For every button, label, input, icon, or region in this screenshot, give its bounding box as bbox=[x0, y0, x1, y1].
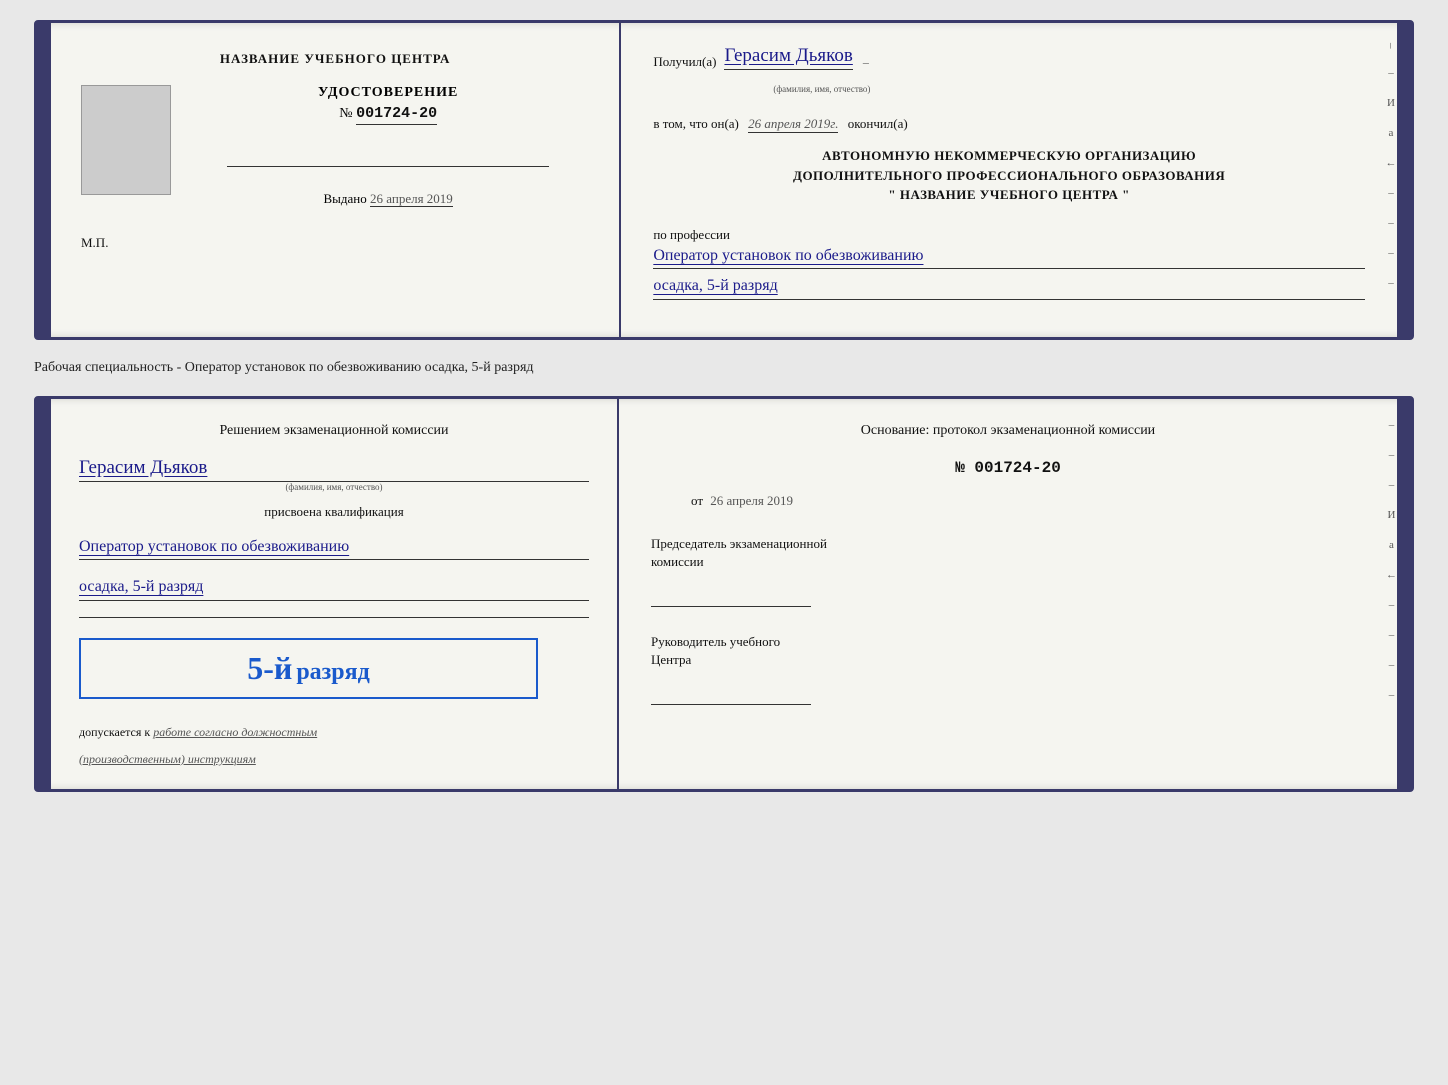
date-line: в том, что он(а) 26 апреля 2019г. окончи… bbox=[653, 116, 1365, 132]
recipient-name: Герасим Дьяков bbox=[724, 45, 852, 70]
director-line1: Руководитель учебного bbox=[651, 634, 780, 649]
qualification-label: присвоена квалификация bbox=[79, 504, 589, 520]
cert-number-line: № 001724-20 bbox=[318, 105, 458, 122]
dec-6: ← bbox=[1386, 569, 1397, 581]
dec-9: – bbox=[1389, 659, 1395, 671]
center-title: НАЗВАНИЕ УЧЕБНОГО ЦЕНТРА bbox=[220, 51, 451, 67]
allowed-prefix: допускается к bbox=[79, 725, 150, 739]
decision-right-panel: Основание: протокол экзаменационной коми… bbox=[619, 399, 1397, 789]
left-content-area: УДОСТОВЕРЕНИЕ № 001724-20 Выдано 26 апре… bbox=[81, 85, 589, 207]
org-line2: ДОПОЛНИТЕЛЬНОГО ПРОФЕССИОНАЛЬНОГО ОБРАЗО… bbox=[653, 166, 1365, 186]
cert-left-panel: НАЗВАНИЕ УЧЕБНОГО ЦЕНТРА УДОСТОВЕРЕНИЕ №… bbox=[51, 23, 621, 337]
from-label: от bbox=[691, 493, 703, 508]
org-line1: АВТОНОМНУЮ НЕКОММЕРЧЕСКУЮ ОРГАНИЗАЦИЮ bbox=[653, 146, 1365, 166]
allowed-parenthetical: (производственным) инструкциям bbox=[79, 752, 589, 767]
decision-title: Решением экзаменационной комиссии bbox=[79, 421, 589, 441]
cert-label-block: УДОСТОВЕРЕНИЕ № 001724-20 bbox=[318, 85, 458, 122]
right-dash-1: – bbox=[1385, 43, 1397, 49]
left-spine-2 bbox=[37, 399, 51, 789]
issued-line: Выдано 26 апреля 2019 bbox=[324, 191, 453, 207]
chairman-line2: комиссии bbox=[651, 554, 704, 569]
issued-label: Выдано bbox=[324, 191, 367, 206]
rank-box: 5-й разряд bbox=[79, 638, 538, 699]
date-prefix: в том, что он(а) bbox=[653, 116, 739, 131]
dec-1: – bbox=[1389, 419, 1395, 431]
protocol-number: № 001724-20 bbox=[651, 459, 1365, 477]
issued-date: 26 апреля 2019 bbox=[370, 191, 453, 207]
person-block: Герасим Дьяков (фамилия, имя, отчество) bbox=[79, 457, 589, 492]
recipient-line: Получил(а) Герасим Дьяков – bbox=[653, 45, 1365, 70]
right-decorations-2: – – – И а ← – – – – bbox=[1386, 419, 1397, 701]
person-sub: (фамилия, имя, отчество) bbox=[79, 482, 589, 492]
qualification-card: Решением экзаменационной комиссии Гераси… bbox=[34, 396, 1414, 792]
rank-big-number: 5-й bbox=[247, 650, 292, 686]
allowed-text: допускается к работе согласно должностны… bbox=[79, 725, 589, 740]
recipient-dash: – bbox=[863, 55, 869, 70]
org-line3: " НАЗВАНИЕ УЧЕБНОГО ЦЕНТРА " bbox=[653, 185, 1365, 205]
director-line2: Центра bbox=[651, 652, 691, 667]
rank-big-text: разряд bbox=[296, 659, 369, 685]
rank-handwritten: осадка, 5-й разряд bbox=[653, 273, 1365, 300]
right-dash-5: ← bbox=[1386, 157, 1397, 169]
chairman-line1: Председатель экзаменационной bbox=[651, 536, 827, 551]
person-name: Герасим Дьяков bbox=[79, 457, 589, 482]
dec-8: – bbox=[1389, 629, 1395, 641]
recipient-sub: (фамилия, имя, отчество) bbox=[773, 84, 1365, 94]
left-spine bbox=[37, 23, 51, 337]
qualification-value2: осадка, 5-й разряд bbox=[79, 574, 589, 601]
dec-5: а bbox=[1389, 539, 1394, 551]
cert-right-panel: Получил(а) Герасим Дьяков – (фамилия, им… bbox=[621, 23, 1397, 337]
dec-7: – bbox=[1389, 599, 1395, 611]
mp-label: М.П. bbox=[81, 235, 108, 251]
right-spine-2 bbox=[1397, 399, 1411, 789]
profession-handwritten: Оператор установок по обезвоживанию bbox=[653, 243, 1365, 270]
org-block: АВТОНОМНУЮ НЕКОММЕРЧЕСКУЮ ОРГАНИЗАЦИЮ ДО… bbox=[653, 146, 1365, 205]
dec-2: – bbox=[1389, 449, 1395, 461]
right-dash-3: И bbox=[1387, 97, 1395, 109]
right-dash-2: – bbox=[1388, 67, 1394, 79]
right-spine bbox=[1397, 23, 1411, 337]
from-date: 26 апреля 2019 bbox=[710, 493, 793, 508]
date-suffix: окончил(а) bbox=[848, 116, 908, 131]
photo-placeholder bbox=[81, 85, 171, 195]
chairman-label: Председатель экзаменационной комиссии bbox=[651, 535, 1365, 571]
profession-label: по профессии bbox=[653, 227, 1365, 243]
allowed-handwritten: работе согласно должностным bbox=[153, 725, 317, 739]
director-signature-line bbox=[651, 685, 811, 705]
qualification-value1: Оператор установок по обезвоживанию bbox=[79, 534, 589, 561]
dec-3: – bbox=[1389, 479, 1395, 491]
specialty-line: Рабочая специальность - Оператор установ… bbox=[34, 358, 1414, 378]
director-label: Руководитель учебного Центра bbox=[651, 633, 1365, 669]
cert-number-prefix: № bbox=[339, 106, 352, 121]
date-value: 26 апреля 2019г. bbox=[748, 116, 838, 133]
right-decorations: – – И а ← – – – – bbox=[1385, 43, 1397, 289]
cert-label: УДОСТОВЕРЕНИЕ bbox=[318, 85, 458, 101]
right-dash-6: – bbox=[1388, 187, 1394, 199]
dec-4: И bbox=[1388, 509, 1396, 521]
cert-number: 001724-20 bbox=[356, 105, 437, 125]
profession-block: по профессии Оператор установок по обезв… bbox=[653, 227, 1365, 300]
right-dash-7: – bbox=[1388, 217, 1394, 229]
certificate-card: НАЗВАНИЕ УЧЕБНОГО ЦЕНТРА УДОСТОВЕРЕНИЕ №… bbox=[34, 20, 1414, 340]
right-dash-9: – bbox=[1388, 277, 1394, 289]
dec-10: – bbox=[1389, 689, 1395, 701]
decision-left-panel: Решением экзаменационной комиссии Гераси… bbox=[51, 399, 619, 789]
from-date-line: от 26 апреля 2019 bbox=[691, 493, 1365, 509]
cert-info-area: УДОСТОВЕРЕНИЕ № 001724-20 Выдано 26 апре… bbox=[187, 85, 589, 207]
chairman-signature-line bbox=[651, 587, 811, 607]
right-dash-4: а bbox=[1389, 127, 1394, 139]
right-dash-8: – bbox=[1388, 247, 1394, 259]
basis-label: Основание: протокол экзаменационной коми… bbox=[651, 421, 1365, 441]
recipient-prefix: Получил(а) bbox=[653, 54, 716, 70]
